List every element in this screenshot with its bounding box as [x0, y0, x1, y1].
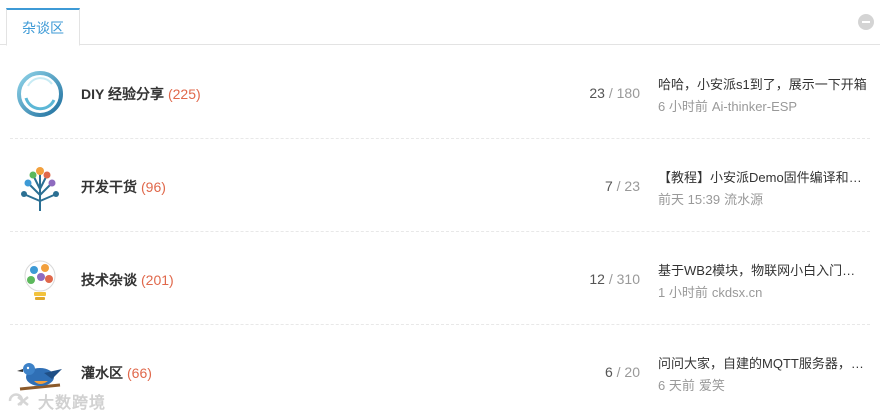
- forum-stats: 6 / 20: [605, 364, 640, 380]
- watermark-logo-icon: [8, 393, 29, 406]
- stats-separator: /: [616, 364, 621, 380]
- post-count: 20: [624, 364, 640, 380]
- thread-count: 23: [589, 85, 605, 101]
- forum-today-count: (96): [141, 179, 166, 195]
- forum-title[interactable]: 开发干货 (96): [81, 177, 166, 197]
- forum-stats: 23 / 180: [589, 85, 640, 101]
- last-post-meta: 前天 15:39 流水源: [658, 189, 763, 208]
- forum-title-text[interactable]: DIY 经验分享: [81, 86, 164, 102]
- thread-count: 7: [604, 178, 613, 194]
- last-post-title[interactable]: 问问大家，自建的MQTT服务器，怎么: [658, 353, 868, 372]
- thread-count: 12: [589, 271, 605, 287]
- last-post-title[interactable]: 【教程】小安派Demo固件编译和烧录: [658, 167, 868, 186]
- forum-title[interactable]: 灌水区 (66): [81, 363, 152, 383]
- stats-separator: /: [608, 85, 613, 101]
- last-post-time: 6 小时前: [658, 99, 708, 114]
- tab-bar: 杂谈区: [0, 0, 880, 46]
- forum-title-text[interactable]: 技术杂谈: [81, 272, 137, 288]
- last-post-time: 1 小时前: [658, 285, 708, 300]
- forum-row: 技术杂谈 (201) 12 / 310 基于WB2模块，物联网小白入门教程 1 小…: [10, 232, 870, 325]
- watermark: 大数跨境: [6, 390, 106, 412]
- forum-row: DIY 经验分享 (225) 23 / 180 哈哈，小安派s1到了，展示一下开箱…: [10, 46, 870, 139]
- forum-stats: 12 / 310: [589, 271, 640, 287]
- post-count: 23: [624, 178, 640, 194]
- post-count: 310: [616, 271, 640, 287]
- forum-today-count: (66): [127, 365, 152, 381]
- last-post-time: 前天 15:39: [658, 192, 721, 207]
- last-post-author[interactable]: 爱笑: [699, 378, 725, 393]
- post-count: 180: [616, 85, 640, 101]
- forum-row: 灌水区 (66) 6 / 20 问问大家，自建的MQTT服务器，怎么 6 天前 爱笑: [10, 325, 870, 417]
- forum-title[interactable]: 技术杂谈 (201): [81, 270, 174, 290]
- collapse-icon[interactable]: [858, 14, 874, 30]
- watermark-text: 大数跨境: [38, 395, 107, 412]
- last-post-time: 6 天前: [658, 378, 695, 393]
- idea-bulb-icon[interactable]: [14, 254, 66, 306]
- last-post-author[interactable]: Ai-thinker-ESP: [712, 99, 797, 114]
- thread-count: 6: [604, 364, 613, 380]
- last-post-meta: 6 小时前 Ai-thinker-ESP: [658, 96, 797, 115]
- forum-stats: 7 / 23: [605, 178, 640, 194]
- forum-title[interactable]: DIY 经验分享 (225): [81, 84, 201, 104]
- last-post-meta: 1 小时前 ckdsx.cn: [658, 282, 762, 301]
- forum-row: 开发干货 (96) 7 / 23 【教程】小安派Demo固件编译和烧录 前天 15…: [10, 139, 870, 232]
- last-post-meta: 6 天前 爱笑: [658, 375, 725, 394]
- last-post-author[interactable]: 流水源: [724, 192, 763, 207]
- forum-today-count: (225): [167, 86, 201, 102]
- circuit-tree-icon[interactable]: [14, 161, 66, 213]
- stats-separator: /: [608, 271, 613, 287]
- last-post-title[interactable]: 基于WB2模块，物联网小白入门教程: [658, 260, 868, 279]
- last-post-author[interactable]: ckdsx.cn: [712, 285, 763, 300]
- forum-title-text[interactable]: 灌水区: [81, 365, 123, 381]
- tab-chat-zone[interactable]: 杂谈区: [6, 8, 80, 46]
- forum-title-text[interactable]: 开发干货: [81, 179, 137, 195]
- stats-separator: /: [616, 178, 621, 194]
- forum-today-count: (201): [141, 272, 174, 288]
- last-post-title[interactable]: 哈哈，小安派s1到了，展示一下开箱: [658, 74, 868, 93]
- ring-logo-icon[interactable]: [14, 68, 66, 120]
